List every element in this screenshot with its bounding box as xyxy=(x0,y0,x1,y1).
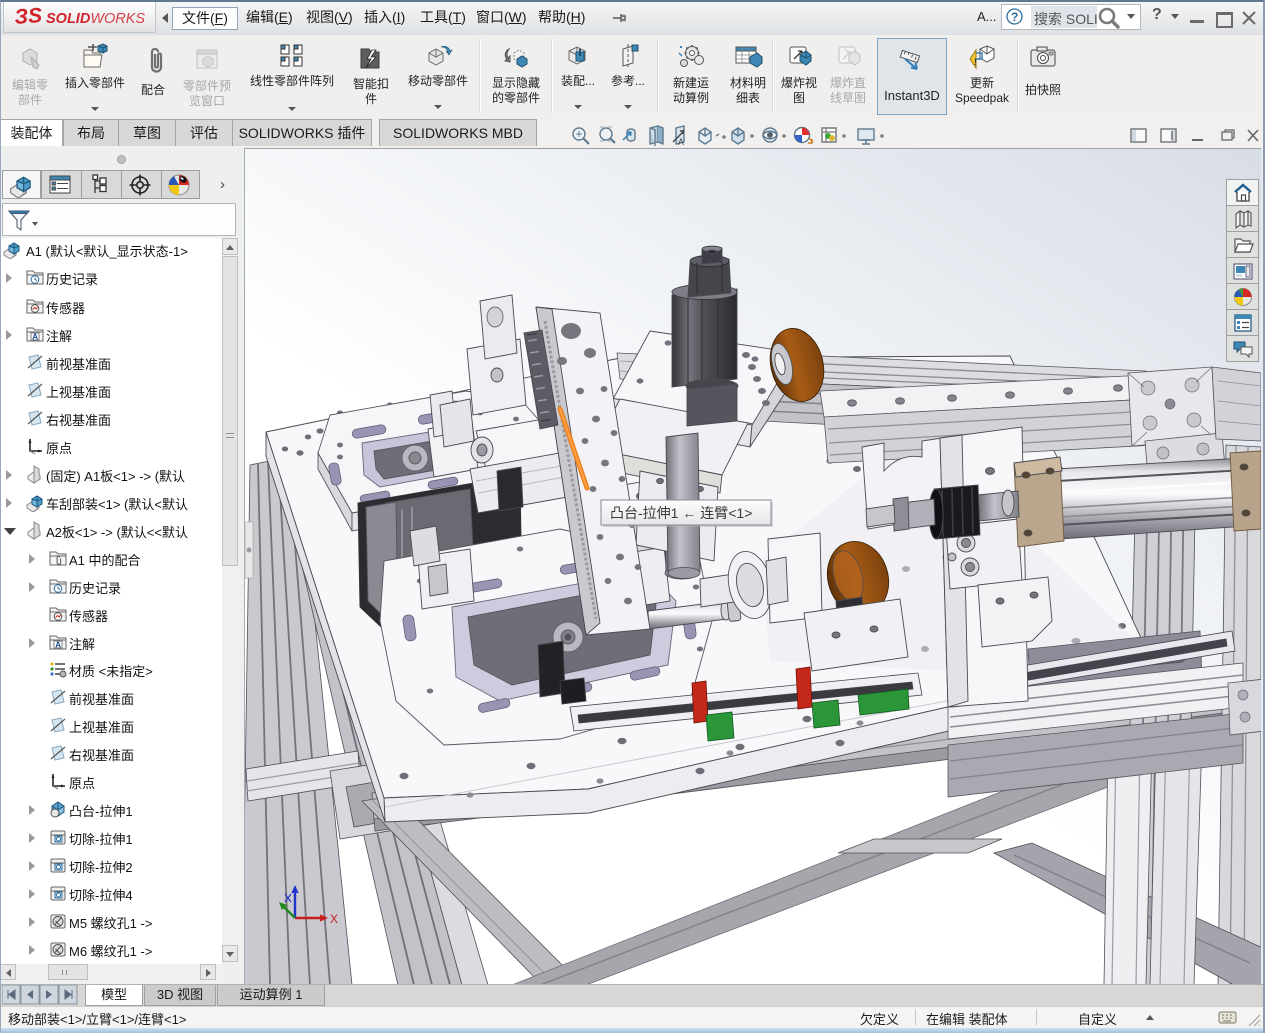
svg-text:SOLIDWORKS: SOLIDWORKS xyxy=(46,11,145,27)
svg-text:A: A xyxy=(678,137,684,147)
svg-text:ЗS: ЗS xyxy=(14,4,43,29)
svg-text:?: ? xyxy=(1011,10,1018,24)
svg-text:凸台-拉伸1 ← 连臂<1>: 凸台-拉伸1 ← 连臂<1> xyxy=(610,505,752,521)
svg-text:!: ! xyxy=(974,57,977,67)
svg-text:X: X xyxy=(330,912,338,926)
